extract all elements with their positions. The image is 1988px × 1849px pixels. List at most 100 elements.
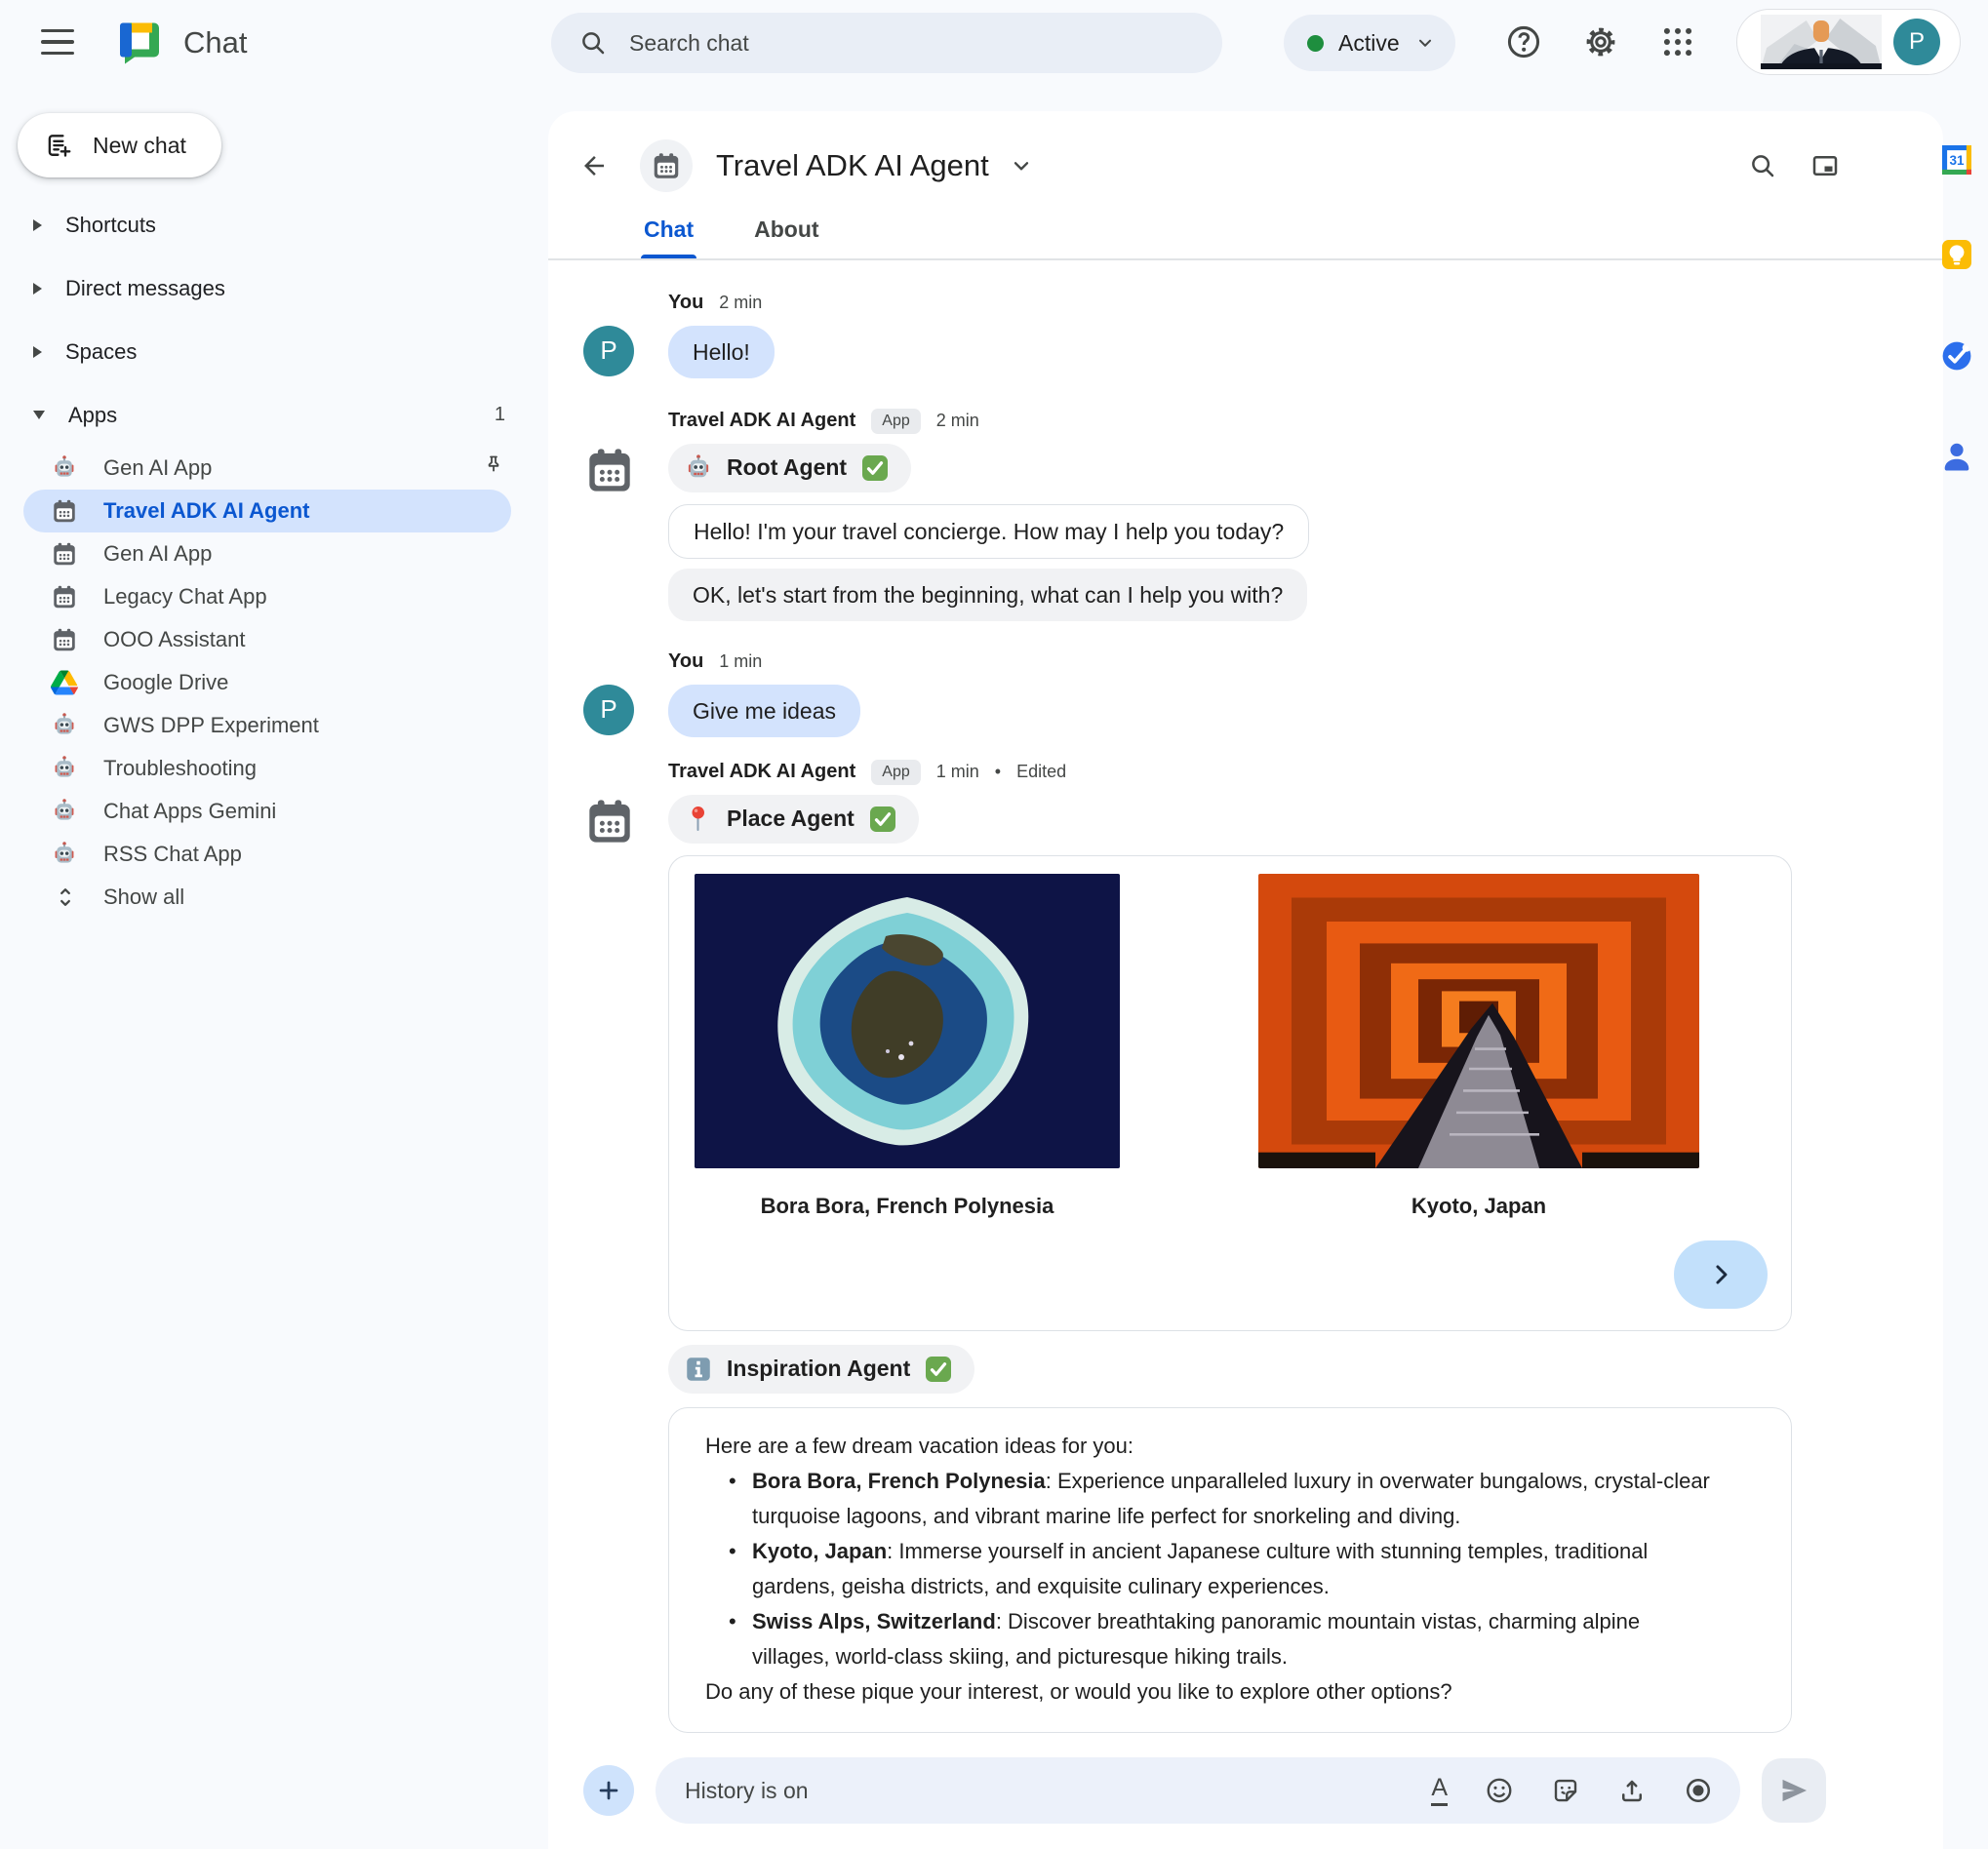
sidebar-item-google-drive[interactable]: Google Drive [0,661,548,704]
check-mark-icon [924,1355,953,1384]
help-icon [1505,23,1542,60]
sidebar-item-troubleshooting[interactable]: Troubleshooting [0,747,548,790]
open-in-split-pane-button[interactable] [1801,141,1849,190]
sidebar-item-chat-apps-gemini[interactable]: Chat Apps Gemini [0,790,548,833]
back-button[interactable] [570,141,618,190]
avatar: P [583,684,634,735]
app-chip: App [871,408,921,434]
conversation-title[interactable]: Travel ADK AI Agent [716,148,989,183]
message-author: Travel ADK AI Agent [668,761,856,782]
sidebar-item-rss-chat-app[interactable]: RSS Chat App [0,833,548,876]
back-arrow-icon [579,151,609,180]
kyoto-torii-gates-image[interactable] [1258,873,1699,1168]
check-mark-icon [868,805,897,834]
vacation-ideas-card: Here are a few dream vacation ideas for … [668,1406,1792,1733]
calendar-avatar-icon [583,444,636,496]
help-button[interactable] [1505,23,1542,60]
apps-grid-icon [1659,23,1696,60]
tab-chat[interactable]: Chat [640,216,697,258]
sidebar-show-all[interactable]: Show all [0,876,548,919]
sidebar-section-shortcuts[interactable]: Shortcuts [0,193,548,256]
place-card-bora-bora: Bora Bora, French Polynesia [695,873,1120,1219]
sidebar-item-travel-adk-ai-agent[interactable]: Travel ADK AI Agent [0,490,548,532]
list-item: Bora Bora, French Polynesia: Experience … [705,1464,1710,1534]
new-chat-label: New chat [93,132,186,158]
carousel-next-button[interactable] [1674,1239,1768,1309]
search-bar[interactable] [551,13,1222,73]
bora-bora-satellite-image[interactable] [695,873,1120,1168]
message-time: 1 min [719,651,763,671]
message-author: Travel ADK AI Agent [668,410,856,431]
send-message-button[interactable] [1762,1758,1826,1823]
account-switcher[interactable]: P [1736,9,1961,75]
compose-bar: A [583,1757,1826,1824]
message-bubble: Hello! [668,325,775,378]
sidebar-section-apps[interactable]: Apps 1 [0,383,548,447]
search-icon [578,28,608,58]
ideas-intro: Here are a few dream vacation ideas for … [705,1433,1134,1458]
robot-icon [684,453,713,483]
caret-right-icon [33,345,42,358]
sidebar-section-spaces[interactable]: Spaces [0,320,548,383]
main-menu-button[interactable] [41,29,74,55]
search-input[interactable] [629,29,1195,57]
edited-label: Edited [1016,762,1067,781]
message-list: P You 2 min Hello! Travel ADK AI Agent A… [548,260,1943,1733]
google-chat-logo-icon [115,20,162,65]
caret-right-icon [33,218,42,231]
search-icon [1748,151,1777,180]
upload-file-button[interactable] [1617,1776,1647,1805]
places-carousel-card: Bora Bora, French Polynesia Kyoto, Japan [668,854,1792,1331]
calendar-icon [51,540,78,568]
message-agent-place: Travel ADK AI Agent App 1 min • Edited P… [583,759,1943,1733]
info-icon [684,1355,713,1384]
robot-icon [51,712,78,739]
calendar-icon [651,150,682,181]
pushpin-icon [482,453,505,477]
robot-icon [51,798,78,825]
tab-about[interactable]: About [754,216,818,258]
settings-button[interactable] [1582,23,1619,60]
caret-right-icon [33,282,42,295]
message-bubble: Give me ideas [668,684,861,737]
sidebar-item-gen-ai-app-2[interactable]: Gen AI App [0,532,548,575]
split-pane-icon [1810,151,1840,180]
sidebar-item-gws-dpp-experiment[interactable]: GWS DPP Experiment [0,704,548,747]
agent-status-place-agent: Place Agent [668,794,919,844]
chevron-down-icon [1414,32,1436,54]
dot-separator: • [994,762,1002,781]
place-card-kyoto: Kyoto, Japan [1258,873,1699,1219]
sidebar-item-gen-ai-app[interactable]: Gen AI App [0,447,548,490]
search-in-conversation-button[interactable] [1738,141,1787,190]
caret-down-icon [33,411,45,419]
google-tasks-icon[interactable] [1939,338,1974,374]
message-input[interactable] [685,1777,1395,1804]
message-you-hello: P You 2 min Hello! [583,290,1943,378]
emoji-button[interactable] [1485,1776,1514,1805]
calendar-icon [51,626,78,653]
workspace-side-panel [1935,111,1978,474]
status-selector[interactable]: Active [1284,15,1455,71]
sidebar-item-ooo-assistant[interactable]: OOO Assistant [0,618,548,661]
gif-sticker-button[interactable] [1551,1776,1580,1805]
sidebar-section-direct-messages[interactable]: Direct messages [0,256,548,320]
sidebar-item-legacy-chat-app[interactable]: Legacy Chat App [0,575,548,618]
google-contacts-icon[interactable] [1939,439,1974,474]
add-content-button[interactable] [583,1765,634,1816]
message-input-container[interactable]: A [656,1757,1740,1824]
list-item: Kyoto, Japan: Immerse yourself in ancien… [705,1534,1710,1604]
text-format-button[interactable]: A [1431,1775,1448,1806]
app-chip: App [871,759,921,785]
chevron-down-icon[interactable] [1009,153,1034,178]
google-apps-button[interactable] [1659,23,1696,60]
google-keep-icon[interactable] [1939,237,1974,272]
new-chat-button[interactable]: New chat [18,113,221,177]
google-calendar-icon[interactable] [1939,142,1974,177]
message-author: You [668,650,704,672]
message-time: 2 min [719,293,763,312]
ideas-list: Bora Bora, French Polynesia: Experience … [705,1464,1762,1674]
profile-avatar[interactable]: P [1893,19,1940,65]
message-author: You [668,292,704,313]
conversation-header: Travel ADK AI Agent [548,111,1943,197]
record-video-button[interactable] [1684,1776,1713,1805]
